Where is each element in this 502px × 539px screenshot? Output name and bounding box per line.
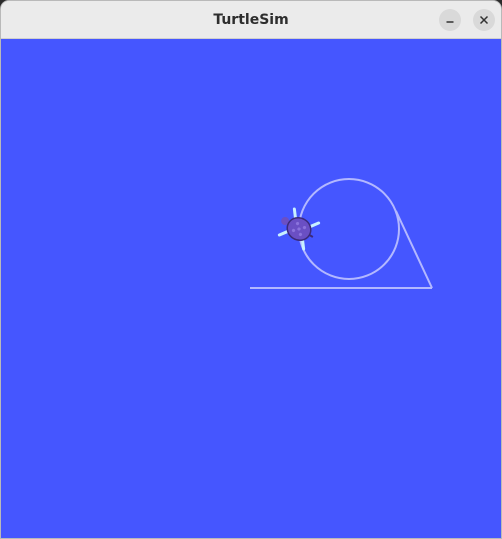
trail-circle — [298, 178, 400, 280]
close-icon — [479, 15, 489, 25]
minimize-icon — [446, 21, 454, 23]
close-button[interactable] — [473, 9, 495, 31]
turtle-canvas — [1, 39, 501, 538]
trail-segment-diagonal — [395, 210, 433, 289]
minimize-button[interactable] — [439, 9, 461, 31]
title-bar[interactable]: TurtleSim — [1, 1, 501, 39]
turtle-icon — [277, 207, 321, 251]
turtlesim-window: TurtleSim — [0, 0, 502, 539]
pen-trail — [250, 178, 433, 289]
turtle-tail — [308, 234, 314, 238]
window-title: TurtleSim — [213, 12, 289, 28]
